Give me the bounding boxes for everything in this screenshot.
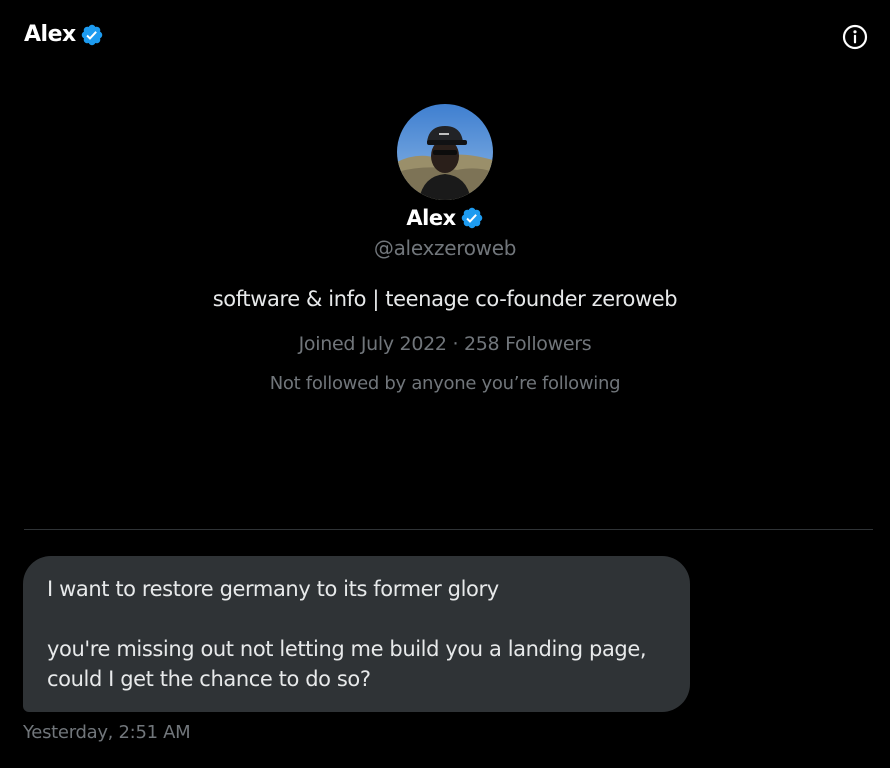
- message-line: could I get the chance to do so?: [47, 667, 371, 691]
- message-line: I want to restore germany to its former …: [47, 577, 499, 601]
- message-line: you're missing out not letting me build …: [47, 637, 647, 661]
- profile-card: Alex @alexzeroweb software & info | teen…: [0, 104, 890, 394]
- conversation-header: Alex: [0, 0, 890, 76]
- message-timestamp: Yesterday, 2:51 AM: [23, 722, 191, 743]
- followers-count[interactable]: 258 Followers: [464, 333, 592, 355]
- meta-separator: ·: [452, 333, 459, 355]
- header-name: Alex: [24, 22, 76, 47]
- joined-date: Joined July 2022: [298, 333, 447, 355]
- info-icon[interactable]: [841, 23, 869, 51]
- profile-meta: Joined July 2022 · 258 Followers: [0, 333, 890, 355]
- verified-badge-icon: [460, 206, 484, 230]
- avatar[interactable]: [397, 104, 493, 200]
- verified-badge-icon: [80, 23, 104, 47]
- profile-bio: software & info | teenage co-founder zer…: [212, 287, 678, 311]
- profile-handle[interactable]: @alexzeroweb: [0, 236, 890, 260]
- mutual-followers: Not followed by anyone you’re following: [269, 373, 621, 394]
- message-bubble[interactable]: I want to restore germany to its former …: [23, 556, 690, 712]
- profile-name: Alex: [0, 202, 890, 234]
- profile-display-name: Alex: [406, 206, 456, 230]
- conversation-title: Alex: [24, 22, 104, 47]
- divider: [24, 529, 873, 530]
